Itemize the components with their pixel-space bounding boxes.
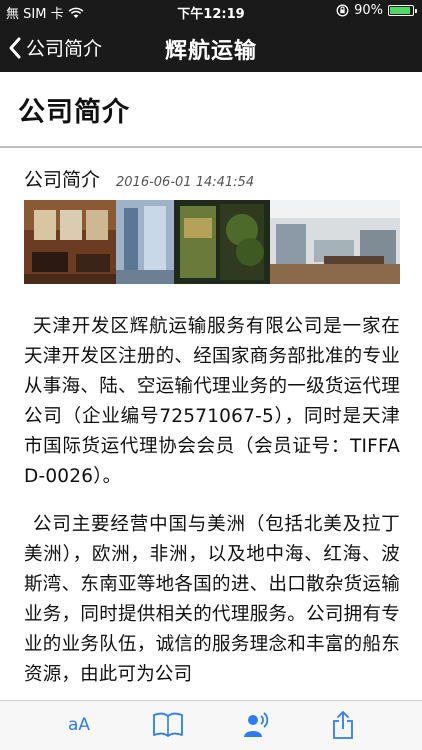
book-button[interactable]: [148, 707, 188, 743]
office-photo: [24, 200, 400, 284]
font-size-label: aA: [67, 715, 91, 735]
status-bar: 無 SIM 卡 下午12:19 90%: [0, 0, 422, 22]
article-date: 2016-06-01 14:41:54: [116, 175, 255, 190]
orientation-lock-icon: [336, 4, 349, 17]
share-button[interactable]: [323, 707, 363, 743]
chevron-left-icon: [9, 37, 21, 58]
article-title: 公司简介: [24, 169, 101, 191]
page-title: 公司简介: [18, 97, 130, 128]
office-photo-banner: [24, 200, 400, 284]
article-body: 天津开发区辉航运输服务有限公司是一家在天津开发区注册的、经国家商务部批准的专业从…: [24, 312, 400, 708]
status-right: 90%: [336, 3, 417, 18]
read-aloud-button[interactable]: [236, 707, 276, 743]
divider: [0, 146, 422, 148]
back-button[interactable]: 公司简介: [8, 34, 102, 61]
paragraph-1: 天津开发区辉航运输服务有限公司是一家在天津开发区注册的、经国家商务部批准的专业从…: [24, 316, 400, 487]
battery-icon: [388, 5, 417, 16]
back-label: 公司简介: [26, 38, 103, 60]
paragraph-2: 公司主要经营中国与美洲（包括北美及拉丁美洲），欧洲，非洲，以及地中海、红海、波斯…: [24, 514, 400, 685]
speaking-person-icon: [244, 712, 269, 737]
top-bar: 無 SIM 卡 下午12:19 90% 公司简介 辉航运输: [0, 0, 422, 72]
nav-bar: 公司简介 辉航运输: [0, 22, 422, 72]
share-icon: [333, 711, 353, 739]
bottom-toolbar: aA: [0, 700, 422, 750]
font-size-button[interactable]: aA: [59, 707, 99, 743]
article-header: 公司简介 2016-06-01 14:41:54: [24, 165, 254, 192]
battery-percent: 90%: [354, 3, 383, 18]
book-icon: [153, 712, 183, 737]
